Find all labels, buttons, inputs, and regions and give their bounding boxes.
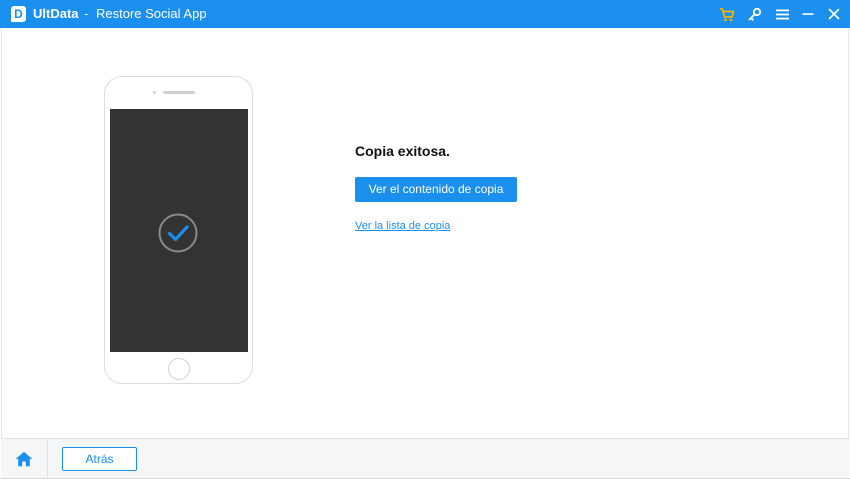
title-bar: D UltData - Restore Social App xyxy=(0,0,850,28)
phone-camera xyxy=(153,91,156,94)
footer-divider xyxy=(47,439,48,479)
footer-bar: Atrás xyxy=(1,438,849,479)
back-button[interactable]: Atrás xyxy=(62,447,137,471)
menu-icon[interactable] xyxy=(773,5,791,23)
phone-screen xyxy=(110,109,248,352)
home-icon[interactable] xyxy=(15,451,33,467)
title-separator: - xyxy=(84,6,89,21)
phone-speaker xyxy=(163,91,195,94)
app-subtitle: Restore Social App xyxy=(96,6,207,21)
cart-icon[interactable] xyxy=(718,5,736,23)
view-backup-content-button[interactable]: Ver el contenido de copia xyxy=(355,177,517,202)
phone-illustration xyxy=(104,76,253,384)
success-title: Copia exitosa. xyxy=(355,143,450,159)
minimize-icon[interactable] xyxy=(799,5,817,23)
view-backup-list-link[interactable]: Ver la lista de copia xyxy=(355,220,450,233)
ultdata-logo-icon: D xyxy=(11,6,26,22)
key-icon[interactable] xyxy=(746,5,764,23)
check-circle-icon xyxy=(158,213,198,253)
phone-home-button xyxy=(168,358,190,380)
close-icon[interactable] xyxy=(825,5,843,23)
app-name: UltData xyxy=(33,6,79,21)
